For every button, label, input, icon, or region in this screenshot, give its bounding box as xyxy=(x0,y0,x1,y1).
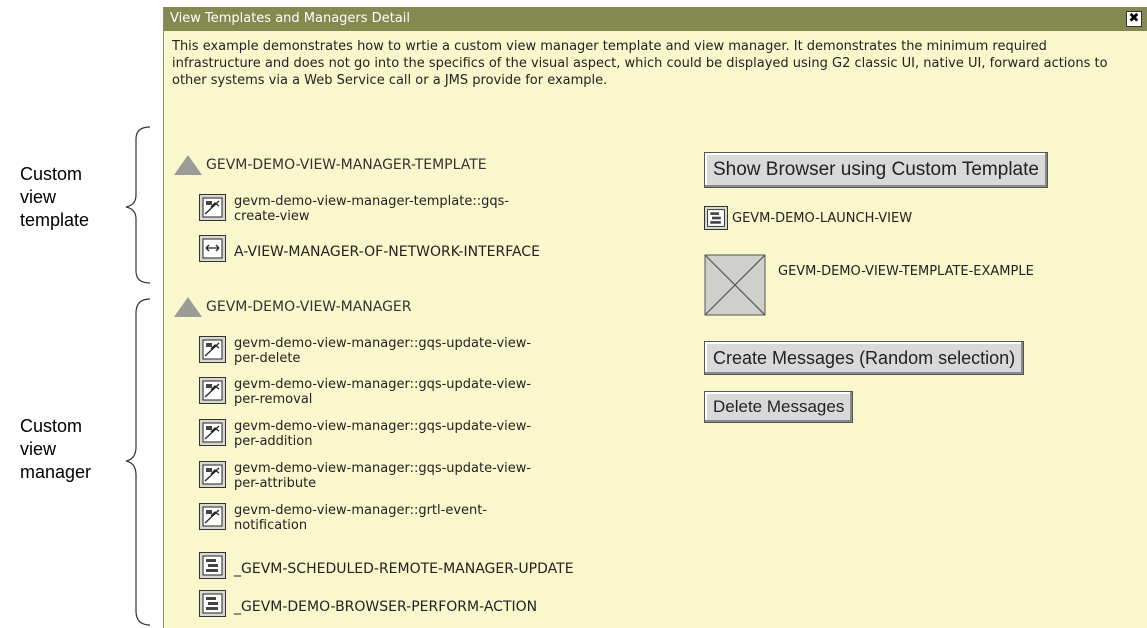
template-interface-item[interactable]: A-VIEW-MANAGER-OF-NETWORK-INTERFACE xyxy=(199,235,540,262)
method-icon xyxy=(199,503,226,530)
template-header-label: GEVM-DEMO-VIEW-MANAGER-TEMPLATE xyxy=(206,157,487,173)
item-label: _GEVM-SCHEDULED-REMOTE-MANAGER-UPDATE xyxy=(234,561,574,577)
procedure-icon xyxy=(704,206,728,230)
item-label: gevm-demo-view-manager::gqs-update-view-… xyxy=(234,461,532,491)
delete-messages-button[interactable]: Delete Messages xyxy=(704,391,854,423)
workspace-window: View Templates and Managers Detail ✖ Thi… xyxy=(163,7,1147,628)
method-icon xyxy=(199,419,226,446)
manager-method-item[interactable]: gevm-demo-view-manager::gqs-update-view-… xyxy=(199,419,531,449)
method-icon xyxy=(199,377,226,404)
manager-method-item[interactable]: gevm-demo-view-manager::gqs-update-view-… xyxy=(199,461,531,491)
item-label: gevm-demo-view-manager-template::gqs- cr… xyxy=(234,194,510,224)
method-icon xyxy=(199,461,226,488)
view-template-example[interactable]: GEVM-DEMO-VIEW-TEMPLATE-EXAMPLE xyxy=(704,254,1034,316)
window-titlebar[interactable]: View Templates and Managers Detail ✖ xyxy=(164,7,1147,31)
create-messages-button[interactable]: Create Messages (Random selection) xyxy=(704,341,1025,375)
manager-method-item[interactable]: gevm-demo-view-manager::gqs-update-view-… xyxy=(199,377,531,407)
item-label: _GEVM-DEMO-BROWSER-PERFORM-ACTION xyxy=(234,599,538,615)
procedure-icon xyxy=(199,552,226,579)
launch-view-procedure[interactable]: GEVM-DEMO-LAUNCH-VIEW xyxy=(704,206,912,230)
show-browser-button[interactable]: Show Browser using Custom Template xyxy=(704,152,1048,188)
item-label: gevm-demo-view-manager::gqs-update-view-… xyxy=(234,419,532,449)
annotation-custom-view-manager: Custom view manager xyxy=(20,416,92,482)
brace-template xyxy=(125,126,151,284)
window-title: View Templates and Managers Detail xyxy=(170,11,410,26)
procedure-icon xyxy=(199,590,226,617)
intro-text: This example demonstrates how to wrtie a… xyxy=(172,39,1108,88)
template-example-label: GEVM-DEMO-VIEW-TEMPLATE-EXAMPLE xyxy=(778,264,1034,279)
interface-icon xyxy=(199,235,226,262)
manager-class-header[interactable]: GEVM-DEMO-VIEW-MANAGER xyxy=(174,297,412,317)
launch-view-label: GEVM-DEMO-LAUNCH-VIEW xyxy=(732,210,913,226)
manager-procedure-item[interactable]: _GEVM-DEMO-BROWSER-PERFORM-ACTION xyxy=(199,590,537,617)
manager-procedure-item[interactable]: _GEVM-SCHEDULED-REMOTE-MANAGER-UPDATE xyxy=(199,552,574,579)
manager-method-item[interactable]: gevm-demo-view-manager::gqs-update-view-… xyxy=(199,336,531,366)
method-icon xyxy=(199,336,226,363)
template-method-item[interactable]: gevm-demo-view-manager-template::gqs- cr… xyxy=(199,194,509,224)
template-class-header[interactable]: GEVM-DEMO-VIEW-MANAGER-TEMPLATE xyxy=(174,155,487,175)
method-icon xyxy=(199,194,226,221)
item-label: gevm-demo-view-manager::gqs-update-view-… xyxy=(234,377,532,407)
item-label: gevm-demo-view-manager::grtl-event- noti… xyxy=(234,503,488,533)
template-placeholder-icon xyxy=(704,254,766,316)
manager-header-label: GEVM-DEMO-VIEW-MANAGER xyxy=(206,299,412,315)
manager-method-item[interactable]: gevm-demo-view-manager::grtl-event- noti… xyxy=(199,503,487,533)
class-triangle-icon xyxy=(174,297,202,317)
item-label: A-VIEW-MANAGER-OF-NETWORK-INTERFACE xyxy=(234,244,540,260)
brace-manager xyxy=(125,298,151,626)
item-label: gevm-demo-view-manager::gqs-update-view-… xyxy=(234,336,532,366)
annotation-custom-view-template: Custom view template xyxy=(20,164,90,230)
close-icon[interactable]: ✖ xyxy=(1126,11,1142,27)
class-triangle-icon xyxy=(174,155,202,175)
